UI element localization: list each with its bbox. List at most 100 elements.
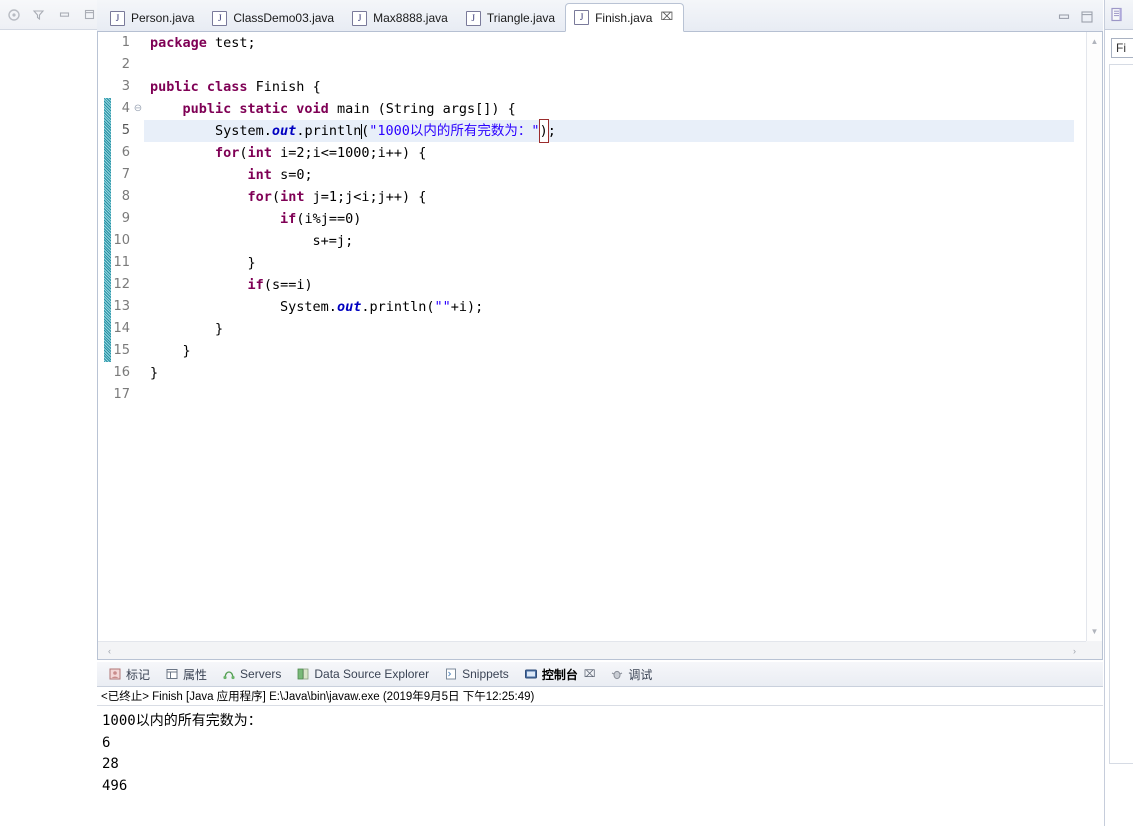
console-tab-label: 属性: [183, 667, 208, 682]
snippets-icon: [444, 667, 458, 681]
console-icon: [524, 667, 538, 681]
code-line[interactable]: 3 public class Finish {: [98, 76, 1074, 98]
editor-tab-max8888-java[interactable]: J Max8888.java: [344, 5, 458, 31]
code-line[interactable]: 6 for(int i=2;i<=1000;i++) {: [98, 142, 1074, 164]
editor-tab-person-java[interactable]: J Person.java: [102, 5, 204, 31]
editor-tab-list: J Person.java J ClassDemo03.java J Max8888.ja…: [97, 0, 1052, 32]
bracket-match-highlight: ): [538, 119, 549, 143]
console-status-line: <已终止> Finish [Java 应用程序] E:\Java\bin\jav…: [97, 687, 1103, 706]
code-line-text: public static void main (String args[]) …: [144, 98, 1074, 120]
view-menu-icon[interactable]: [6, 7, 21, 23]
console-tab-debug[interactable]: 调试: [604, 664, 658, 685]
scroll-up-icon[interactable]: ▲: [1087, 34, 1102, 49]
close-icon[interactable]: ⌧: [660, 12, 673, 23]
code-line[interactable]: 16}: [98, 362, 1074, 384]
maximize-icon[interactable]: [1079, 9, 1095, 25]
filter-input[interactable]: Fi: [1111, 38, 1133, 58]
scroll-right-icon[interactable]: ›: [1067, 643, 1082, 658]
code-token: Finish {: [255, 79, 321, 95]
line-number: 13: [113, 299, 130, 314]
java-file-icon: J: [352, 10, 368, 26]
editor-tab-finish-java[interactable]: J Finish.java ⌧: [565, 3, 685, 32]
line-number: 1: [121, 35, 130, 50]
console-tab-servers[interactable]: Servers: [216, 665, 287, 683]
scrollbar-corner: [1086, 641, 1102, 659]
minimize-icon[interactable]: [1056, 9, 1072, 25]
maximize-icon[interactable]: [82, 7, 97, 23]
code-line[interactable]: 13 System. out .println("" +i);: [98, 296, 1074, 318]
code-line[interactable]: 8 for(int j=1;j<i;j++) {: [98, 186, 1074, 208]
code-line-text: System. out .println("1000以内的所有完数为：");: [144, 119, 1074, 143]
line-number: 7: [121, 167, 130, 182]
code-line[interactable]: 4 ⊖ public static void main (String args[…: [98, 98, 1074, 120]
console-tab-markers[interactable]: 标记: [102, 664, 156, 685]
code-viewport[interactable]: 1 package test; 2 3 public class Finish {4 ⊖ …: [98, 32, 1086, 641]
filter-icon[interactable]: [31, 7, 46, 23]
line-number: 12: [113, 277, 130, 292]
editor-tab-classdemo03-java[interactable]: J ClassDemo03.java: [204, 5, 344, 31]
code-line[interactable]: 11 }: [98, 252, 1074, 274]
code-token: package: [150, 35, 216, 51]
code-token: int: [247, 167, 281, 183]
code-token: out: [271, 123, 297, 139]
console-tab-snippets[interactable]: Snippets: [438, 665, 515, 683]
right-panel-tab-strip: [1105, 0, 1133, 30]
code-line[interactable]: 15 }: [98, 340, 1074, 362]
editor-tab-triangle-java[interactable]: J Triangle.java: [458, 5, 565, 31]
editor-body: 1 package test; 2 3 public class Finish {4 ⊖ …: [97, 32, 1103, 660]
code-line[interactable]: 10 s+=j;: [98, 230, 1074, 252]
code-line-text: public class Finish {: [144, 76, 1074, 98]
code-line[interactable]: 12 if (s==i): [98, 274, 1074, 296]
scroll-down-icon[interactable]: ▼: [1087, 624, 1102, 639]
console-tab-data-source[interactable]: Data Source Explorer: [290, 665, 435, 683]
code-token: main (String args[]) {: [336, 101, 516, 117]
console-tab-console[interactable]: 控制台 ⌧: [518, 664, 602, 685]
servers-icon: [222, 667, 236, 681]
code-token: (: [271, 189, 281, 205]
editor-vertical-scrollbar[interactable]: ▲ ▼: [1086, 32, 1102, 641]
line-number: 5: [121, 123, 130, 138]
code-line[interactable]: 5 System. out .println("1000以内的所有完数为：");: [98, 119, 1074, 143]
right-side-panel: Fi: [1104, 0, 1133, 826]
code-token: }: [150, 343, 191, 359]
code-line-text: for(int j=1;j<i;j++) {: [144, 186, 1074, 208]
right-panel-content: [1109, 64, 1133, 764]
editor-tab-label: Max8888.java: [373, 11, 448, 25]
outline-icon[interactable]: [1109, 7, 1125, 23]
code-token: int: [280, 189, 313, 205]
line-number: 8: [121, 189, 130, 204]
line-number: 16: [113, 365, 130, 380]
code-lines[interactable]: 1 package test; 2 3 public class Finish {4 ⊖ …: [98, 32, 1074, 406]
code-line[interactable]: 14 }: [98, 318, 1074, 340]
code-token: if: [247, 277, 264, 293]
code-token: if: [280, 211, 297, 227]
code-line-text: if (s==i): [144, 274, 1074, 296]
code-line[interactable]: 1 package test;: [98, 32, 1074, 54]
code-token: .println(: [361, 299, 435, 315]
scroll-left-icon[interactable]: ‹: [102, 643, 117, 658]
editor-horizontal-scrollbar[interactable]: ‹ ›: [98, 641, 1086, 659]
code-token: "1000以内的所有完数为：": [369, 123, 540, 139]
editor-tab-label: Triangle.java: [486, 11, 556, 25]
code-token: public static void: [182, 101, 337, 117]
line-number: 9: [121, 211, 130, 226]
minimize-icon[interactable]: [57, 7, 72, 23]
code-token: test;: [215, 35, 256, 51]
code-line-text: s+=j;: [144, 230, 1074, 252]
code-line[interactable]: 7 int s=0;: [98, 164, 1074, 186]
code-token: +i);: [450, 299, 484, 315]
editor-area: J Person.java J ClassDemo03.java J Max8888.ja…: [97, 0, 1103, 660]
code-line[interactable]: 2: [98, 54, 1074, 76]
code-line[interactable]: 9 if (i%j==0): [98, 208, 1074, 230]
fold-collapse-icon[interactable]: ⊖: [132, 98, 144, 120]
code-line[interactable]: 17: [98, 384, 1074, 406]
console-tab-label: 标记: [126, 667, 151, 682]
close-icon[interactable]: ⌧: [584, 669, 596, 680]
console-output-text[interactable]: 1000以内的所有完数为： 6 28 496: [97, 707, 1103, 826]
console-tab-properties[interactable]: 属性: [159, 664, 213, 685]
